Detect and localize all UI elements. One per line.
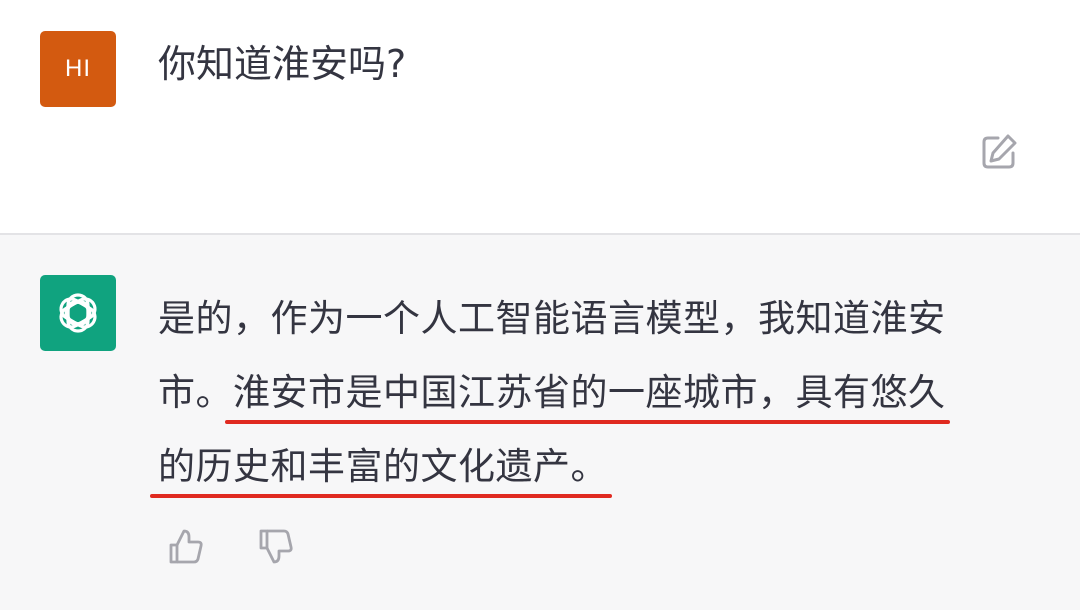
edit-icon	[982, 134, 1017, 169]
edit-message-button[interactable]	[977, 130, 1021, 174]
assistant-avatar	[40, 275, 116, 351]
assistant-message-text: 是的，作为一个人工智能语言模型，我知道淮安 市。淮安市是中国江苏省的一座城市，具…	[150, 282, 1038, 504]
message-line-1: 是的，作为一个人工智能语言模型，我知道淮安	[158, 282, 1038, 356]
user-avatar: HI	[40, 31, 116, 107]
message-text-segment: 市。	[158, 371, 233, 414]
openai-logo-icon	[59, 293, 97, 333]
thumbs-up-icon	[169, 529, 203, 564]
thumbs-up-button[interactable]	[164, 525, 208, 569]
highlighted-text: 淮安市是中国江苏省的一座城市，具有悠久	[225, 356, 949, 430]
thumbs-down-button[interactable]	[254, 525, 298, 569]
thumbs-down-icon	[259, 529, 293, 564]
highlighted-text: 的历史和丰富的文化遗产。	[150, 430, 612, 504]
assistant-message-row: 是的，作为一个人工智能语言模型，我知道淮安 市。淮安市是中国江苏省的一座城市，具…	[0, 235, 1080, 610]
user-message-text: 你知道淮安吗?	[158, 42, 407, 86]
message-line-2: 市。淮安市是中国江苏省的一座城市，具有悠久	[158, 356, 1038, 430]
message-line-3: 的历史和丰富的文化遗产。	[150, 430, 1038, 504]
message-text-segment: 是的，作为一个人工智能语言模型，我知道淮安	[158, 297, 946, 340]
user-message-row: HI 你知道淮安吗?	[0, 0, 1080, 233]
